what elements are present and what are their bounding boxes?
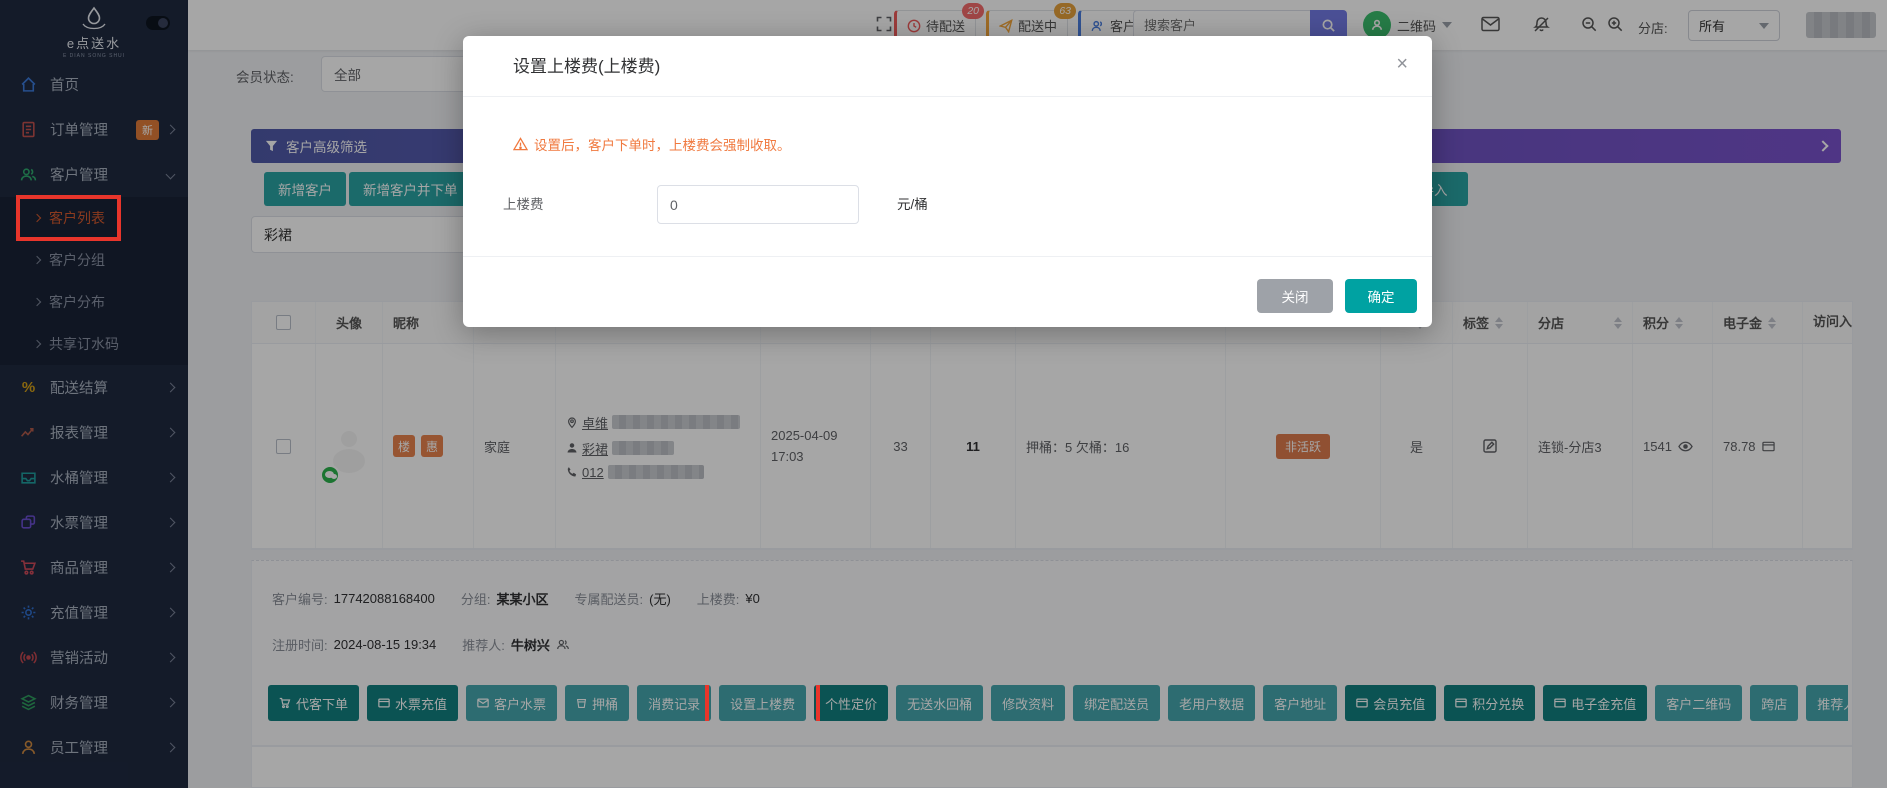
close-icon[interactable]: × xyxy=(1396,54,1408,74)
floor-fee-input[interactable] xyxy=(657,185,859,224)
modal-header: 设置上楼费(上楼费) × xyxy=(463,36,1432,97)
warning-icon xyxy=(513,137,528,151)
modal-warning: 设置后，客户下单时，上楼费会强制收取。 xyxy=(513,134,791,154)
close-button[interactable]: 关闭 xyxy=(1257,279,1333,313)
app-root: e点送水 E DIAN SONG SHUI 首页 订单管理 新 客户管理 客户列… xyxy=(0,0,1887,788)
floor-fee-modal: 设置上楼费(上楼费) × 设置后，客户下单时，上楼费会强制收取。 上楼费 元/桶… xyxy=(463,36,1432,327)
floor-fee-field-label: 上楼费 xyxy=(503,197,544,212)
confirm-button[interactable]: 确定 xyxy=(1345,279,1417,313)
floor-fee-unit: 元/桶 xyxy=(897,197,928,212)
modal-footer: 关闭 确定 xyxy=(463,256,1432,327)
modal-title: 设置上楼费(上楼费) xyxy=(513,57,661,76)
